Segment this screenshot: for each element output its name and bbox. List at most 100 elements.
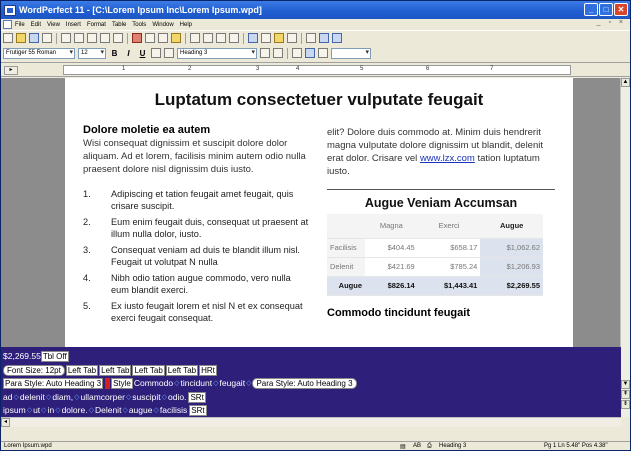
abc-grammar-icon[interactable]: [273, 48, 283, 58]
tab-type-button[interactable]: ▸: [4, 66, 18, 75]
bold-button[interactable]: B: [109, 49, 120, 58]
code-tbl-off[interactable]: Tbl Off: [40, 351, 69, 363]
text-art-icon[interactable]: [261, 33, 271, 43]
cut-icon[interactable]: [61, 33, 71, 43]
reveal-word: delenit: [19, 391, 45, 402]
paste-icon[interactable]: [87, 33, 97, 43]
next-page-button[interactable]: ⇟: [621, 400, 630, 409]
menu-file[interactable]: File: [15, 22, 25, 28]
print-icon[interactable]: [42, 33, 52, 43]
columns-icon[interactable]: [216, 33, 226, 43]
left-heading: Dolore moletie ea autem: [83, 124, 211, 136]
spell-check-icon[interactable]: [287, 33, 297, 43]
copy-icon[interactable]: [74, 33, 84, 43]
wordperfect-app-icon[interactable]: [4, 4, 16, 16]
maximize-button[interactable]: □: [599, 3, 613, 16]
insert-chart-icon[interactable]: [248, 33, 258, 43]
vertical-scrollbar[interactable]: ▲ ▼ ⇞ ⇟: [620, 78, 630, 417]
code-style[interactable]: Style: [111, 378, 133, 390]
menu-window[interactable]: Window: [152, 22, 173, 28]
code-soft-return[interactable]: SRt: [188, 391, 206, 403]
document-window-controls[interactable]: _ ▫ ×: [597, 19, 626, 26]
previous-page-button[interactable]: ⇞: [621, 390, 630, 399]
data-table[interactable]: Magna Exerci Augue Facilisis $404.45 $65…: [327, 214, 543, 296]
paragraph-style-select[interactable]: Heading 3: [177, 47, 257, 59]
toolbar-separator: [185, 32, 186, 44]
table-cell: $1,443.41: [417, 275, 481, 296]
code-font-size[interactable]: Font Size: 12pt: [3, 364, 65, 376]
numbering-icon[interactable]: [203, 33, 213, 43]
reveal-word: ipsum: [3, 405, 26, 416]
font-face-select[interactable]: Frutiger 55 Roman: [3, 47, 75, 59]
code-para-style[interactable]: Para Style: Auto Heading 3: [252, 378, 357, 390]
code-para-style[interactable]: Para Style: Auto Heading 3: [3, 378, 104, 390]
status-style[interactable]: Heading 3: [439, 443, 466, 449]
zoom-icon[interactable]: [306, 33, 316, 43]
menu-edit[interactable]: Edit: [31, 22, 41, 28]
menu-format[interactable]: Format: [87, 22, 106, 28]
back-arrow-icon[interactable]: [319, 33, 329, 43]
forward-arrow-icon[interactable]: [332, 33, 342, 43]
table-icon[interactable]: [229, 33, 239, 43]
menu-table[interactable]: Table: [112, 22, 126, 28]
menu-view[interactable]: View: [47, 22, 60, 28]
status-clipboard-icon[interactable]: ▤: [400, 443, 406, 450]
hyperlink[interactable]: www.lzx.com: [420, 153, 475, 164]
minimize-button[interactable]: _: [584, 3, 598, 16]
fill-color-icon[interactable]: [305, 48, 315, 58]
status-bar: Lorem Ipsum.wpd ▤ AB ⎙ Heading 3 Pg 1 Ln…: [1, 441, 630, 450]
status-position[interactable]: Pg 1 Ln 5.48" Pos 4.38": [544, 443, 608, 449]
ruler[interactable]: ▸ 1 2 3 4 5 6 7: [1, 62, 630, 77]
undo-icon[interactable]: [100, 33, 110, 43]
code-left-tab[interactable]: Left Tab: [165, 364, 199, 376]
close-button[interactable]: ✕: [614, 3, 628, 16]
menu-insert[interactable]: Insert: [66, 22, 81, 28]
code-soft-return[interactable]: SRt: [189, 405, 207, 417]
table-cell: $785.24: [417, 257, 481, 277]
text-box-icon[interactable]: [158, 33, 168, 43]
document-icon[interactable]: [3, 20, 12, 29]
italic-button[interactable]: I: [123, 49, 134, 58]
document-page[interactable]: Luptatum consectetuer vulputate feugait …: [65, 78, 573, 347]
border-style-icon[interactable]: [318, 48, 328, 58]
abc-spell-icon[interactable]: [260, 48, 270, 58]
highlight-icon[interactable]: [132, 33, 142, 43]
space-marker: ◇: [122, 407, 128, 415]
title-bar: WordPerfect 11 - [C:\Lorem Ipsum Inc\Lor…: [1, 1, 630, 19]
save-icon[interactable]: [29, 33, 39, 43]
open-folder-icon[interactable]: [16, 33, 26, 43]
code-left-tab[interactable]: Left Tab: [65, 364, 99, 376]
reveal-word: ullamcorper: [80, 391, 125, 402]
pen-icon[interactable]: [171, 33, 181, 43]
justification-icon[interactable]: [151, 48, 161, 58]
status-insert-mode[interactable]: AB: [413, 443, 421, 449]
underline-button[interactable]: U: [137, 49, 148, 58]
scroll-left-button[interactable]: ◂: [1, 418, 10, 427]
ruler-strip[interactable]: 1 2 3 4 5 6 7: [63, 65, 571, 75]
menu-tools[interactable]: Tools: [132, 22, 146, 28]
border-select[interactable]: [331, 47, 371, 59]
redo-icon[interactable]: [113, 33, 123, 43]
menu-help[interactable]: Help: [180, 22, 192, 28]
space-marker: ◇: [74, 393, 80, 401]
horizontal-scrollbar[interactable]: ◂: [1, 417, 621, 427]
reveal-word: feugait: [219, 378, 246, 389]
status-document-name[interactable]: Lorem Ipsum.wpd: [4, 443, 52, 449]
fill-pattern-icon[interactable]: [292, 48, 302, 58]
scroll-up-button[interactable]: ▲: [621, 78, 630, 87]
draw-line-icon[interactable]: [145, 33, 155, 43]
code-left-tab[interactable]: Left Tab: [99, 364, 132, 376]
clipart-icon[interactable]: [274, 33, 284, 43]
scroll-down-button[interactable]: ▼: [621, 380, 630, 389]
font-color-icon[interactable]: [164, 48, 174, 58]
table-row: Delenit $421.69 $785.24 $1,206.93: [327, 257, 543, 277]
status-printer-icon[interactable]: ⎙: [427, 443, 432, 450]
reveal-word: Commodo: [133, 378, 174, 389]
reveal-codes-pane[interactable]: $2,269.55 Tbl Off Font Size: 12pt Left T…: [1, 347, 621, 417]
reveal-word: suscipit: [132, 391, 161, 402]
bullets-icon[interactable]: [190, 33, 200, 43]
code-left-tab[interactable]: Left Tab: [132, 364, 165, 376]
font-size-select[interactable]: 12: [78, 47, 106, 59]
new-document-icon[interactable]: [3, 33, 13, 43]
code-hard-return[interactable]: HRt: [199, 364, 217, 376]
